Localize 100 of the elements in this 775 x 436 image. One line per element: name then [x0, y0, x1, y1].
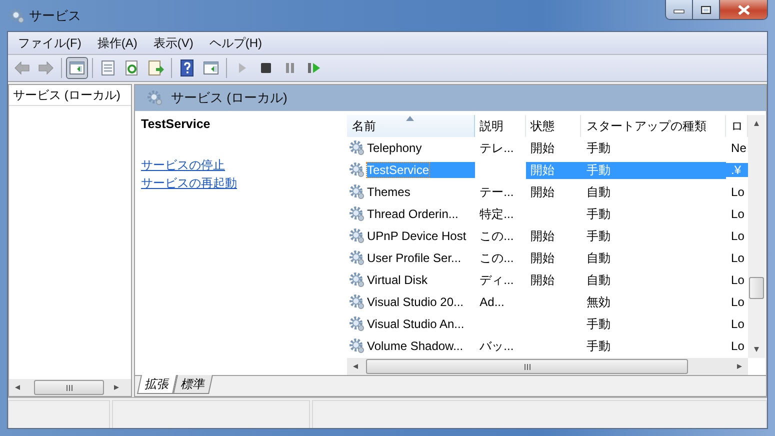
table-cell: Lo [731, 317, 744, 331]
close-icon [736, 4, 750, 14]
menu-item[interactable]: 操作(A) [89, 34, 146, 52]
table-row[interactable]: Visual Studio An... 手動 Lo [347, 313, 748, 335]
table-cell: 開始 [530, 162, 555, 176]
table-row[interactable]: Volume Shadow... バッ... 手動 Lo [347, 335, 748, 357]
table-cell: User Profile Ser... [367, 251, 462, 265]
table-row[interactable]: Themes テー... 開始 自動 Lo [347, 181, 748, 203]
gear-icon [349, 272, 365, 288]
table-cell: 開始 [530, 140, 555, 154]
gear-icon [349, 338, 365, 354]
table-cell: この... [480, 250, 514, 264]
table-cell: Lo [731, 251, 744, 265]
table-cell: Virtual Disk [367, 273, 428, 287]
table-cell: Ad... [480, 295, 504, 309]
gear-icon [349, 162, 365, 178]
table-cell: 特定... [480, 206, 514, 220]
table-cell: 自動 [586, 272, 610, 286]
table-cell: 手動 [586, 316, 610, 330]
table-cell: Themes [367, 185, 410, 199]
gear-icon [9, 8, 25, 24]
gear-icon [349, 294, 365, 310]
table-cell: Visual Studio 20... [367, 295, 464, 309]
menu-item[interactable]: ヘルプ(H) [201, 34, 270, 52]
table-cell: Lo [731, 229, 744, 243]
table-cell: 自動 [586, 184, 610, 198]
table-cell: 手動 [586, 228, 610, 242]
column-header[interactable]: スタートアップの種類 [581, 115, 726, 137]
table-cell: 開始 [530, 250, 555, 264]
maximize-button[interactable] [693, 0, 720, 19]
table-cell: Ne [731, 141, 746, 155]
table-cell: テレ... [480, 140, 514, 154]
service-name: TestService [141, 117, 212, 131]
table-cell: テー... [480, 184, 514, 198]
gear-icon [349, 228, 365, 244]
menu-item[interactable]: 表示(V) [145, 34, 202, 52]
table-row[interactable]: UPnP Device Host この... 開始 手動 Lo [347, 225, 748, 247]
table-cell: Lo [731, 207, 744, 221]
close-button[interactable] [720, 0, 767, 19]
table-cell: バッ... [480, 338, 514, 352]
vertical-scrollbar[interactable] [748, 115, 765, 358]
view-tab[interactable]: 標準 [172, 375, 214, 394]
table-cell: Telephony [367, 141, 422, 155]
grip-icon [524, 364, 530, 370]
gear-icon [349, 140, 365, 156]
table-row[interactable]: Thread Orderin... 特定... 手動 Lo [347, 203, 748, 225]
table-cell: Lo [731, 185, 744, 199]
pane-icon [68, 59, 86, 77]
document-icon [99, 59, 117, 77]
table-cell: Thread Orderin... [367, 207, 458, 221]
table-row[interactable]: Visual Studio 20... Ad... 無効 Lo [347, 291, 748, 313]
table-row[interactable]: User Profile Ser... この... 開始 自動 Lo [347, 247, 748, 269]
action-link[interactable]: サービスの停止 [141, 156, 225, 174]
pane-icon [202, 59, 220, 77]
menu-item[interactable]: ファイル(F) [10, 34, 90, 52]
table-cell: ディ... [480, 272, 514, 286]
gear-icon [147, 90, 163, 106]
horizontal-scrollbar[interactable] [347, 358, 748, 375]
table-cell: Lo [731, 295, 744, 309]
table-row[interactable]: Virtual Disk ディ... 開始 自動 Lo [347, 269, 748, 291]
minimize-button[interactable] [666, 0, 693, 19]
table-cell: UPnP Device Host [367, 229, 466, 243]
table-cell: この... [480, 228, 514, 242]
gear-icon [349, 184, 365, 200]
export-icon [147, 59, 165, 77]
table-cell: Lo [731, 339, 744, 353]
view-tab[interactable]: 拡張 [136, 375, 178, 394]
toolbar-button[interactable] [66, 57, 88, 79]
column-header[interactable]: 状態 [526, 115, 582, 137]
gear-icon [349, 250, 365, 266]
table-cell: 自動 [586, 250, 610, 264]
scroll-right-icon [114, 385, 119, 390]
gear-icon [349, 316, 365, 332]
table-cell: 開始 [530, 184, 555, 198]
table-row[interactable]: Telephony テレ... 開始 手動 Ne [347, 137, 748, 159]
table-cell: .¥ [731, 163, 742, 177]
forward-arrow-icon [37, 59, 55, 77]
table-cell: 開始 [530, 272, 555, 286]
column-header[interactable]: 説明 [474, 115, 526, 137]
window-title: サービス [29, 6, 81, 24]
scroll-right-icon [737, 364, 742, 369]
action-link[interactable]: サービスの再起動 [141, 174, 237, 192]
table-cell: 手動 [586, 140, 610, 154]
horizontal-scrollbar[interactable] [9, 379, 131, 396]
help-icon [178, 59, 196, 77]
gear-icon [349, 206, 365, 222]
table-cell: Visual Studio An... [367, 317, 464, 331]
table-cell: 手動 [586, 338, 610, 352]
grip-icon [66, 384, 72, 390]
column-header[interactable]: 名前 [347, 115, 475, 137]
scroll-down-icon [754, 347, 759, 352]
table-cell: Lo [731, 273, 744, 287]
tree-item[interactable]: サービス (ローカル) [9, 85, 131, 106]
table-cell: TestService [367, 163, 430, 177]
pane-title: サービス (ローカル) [171, 89, 288, 107]
table-cell: 開始 [530, 228, 555, 242]
table-cell: 手動 [586, 206, 610, 220]
scroll-thumb[interactable] [749, 277, 764, 299]
back-arrow-icon [13, 59, 31, 77]
scroll-left-icon [353, 364, 358, 369]
